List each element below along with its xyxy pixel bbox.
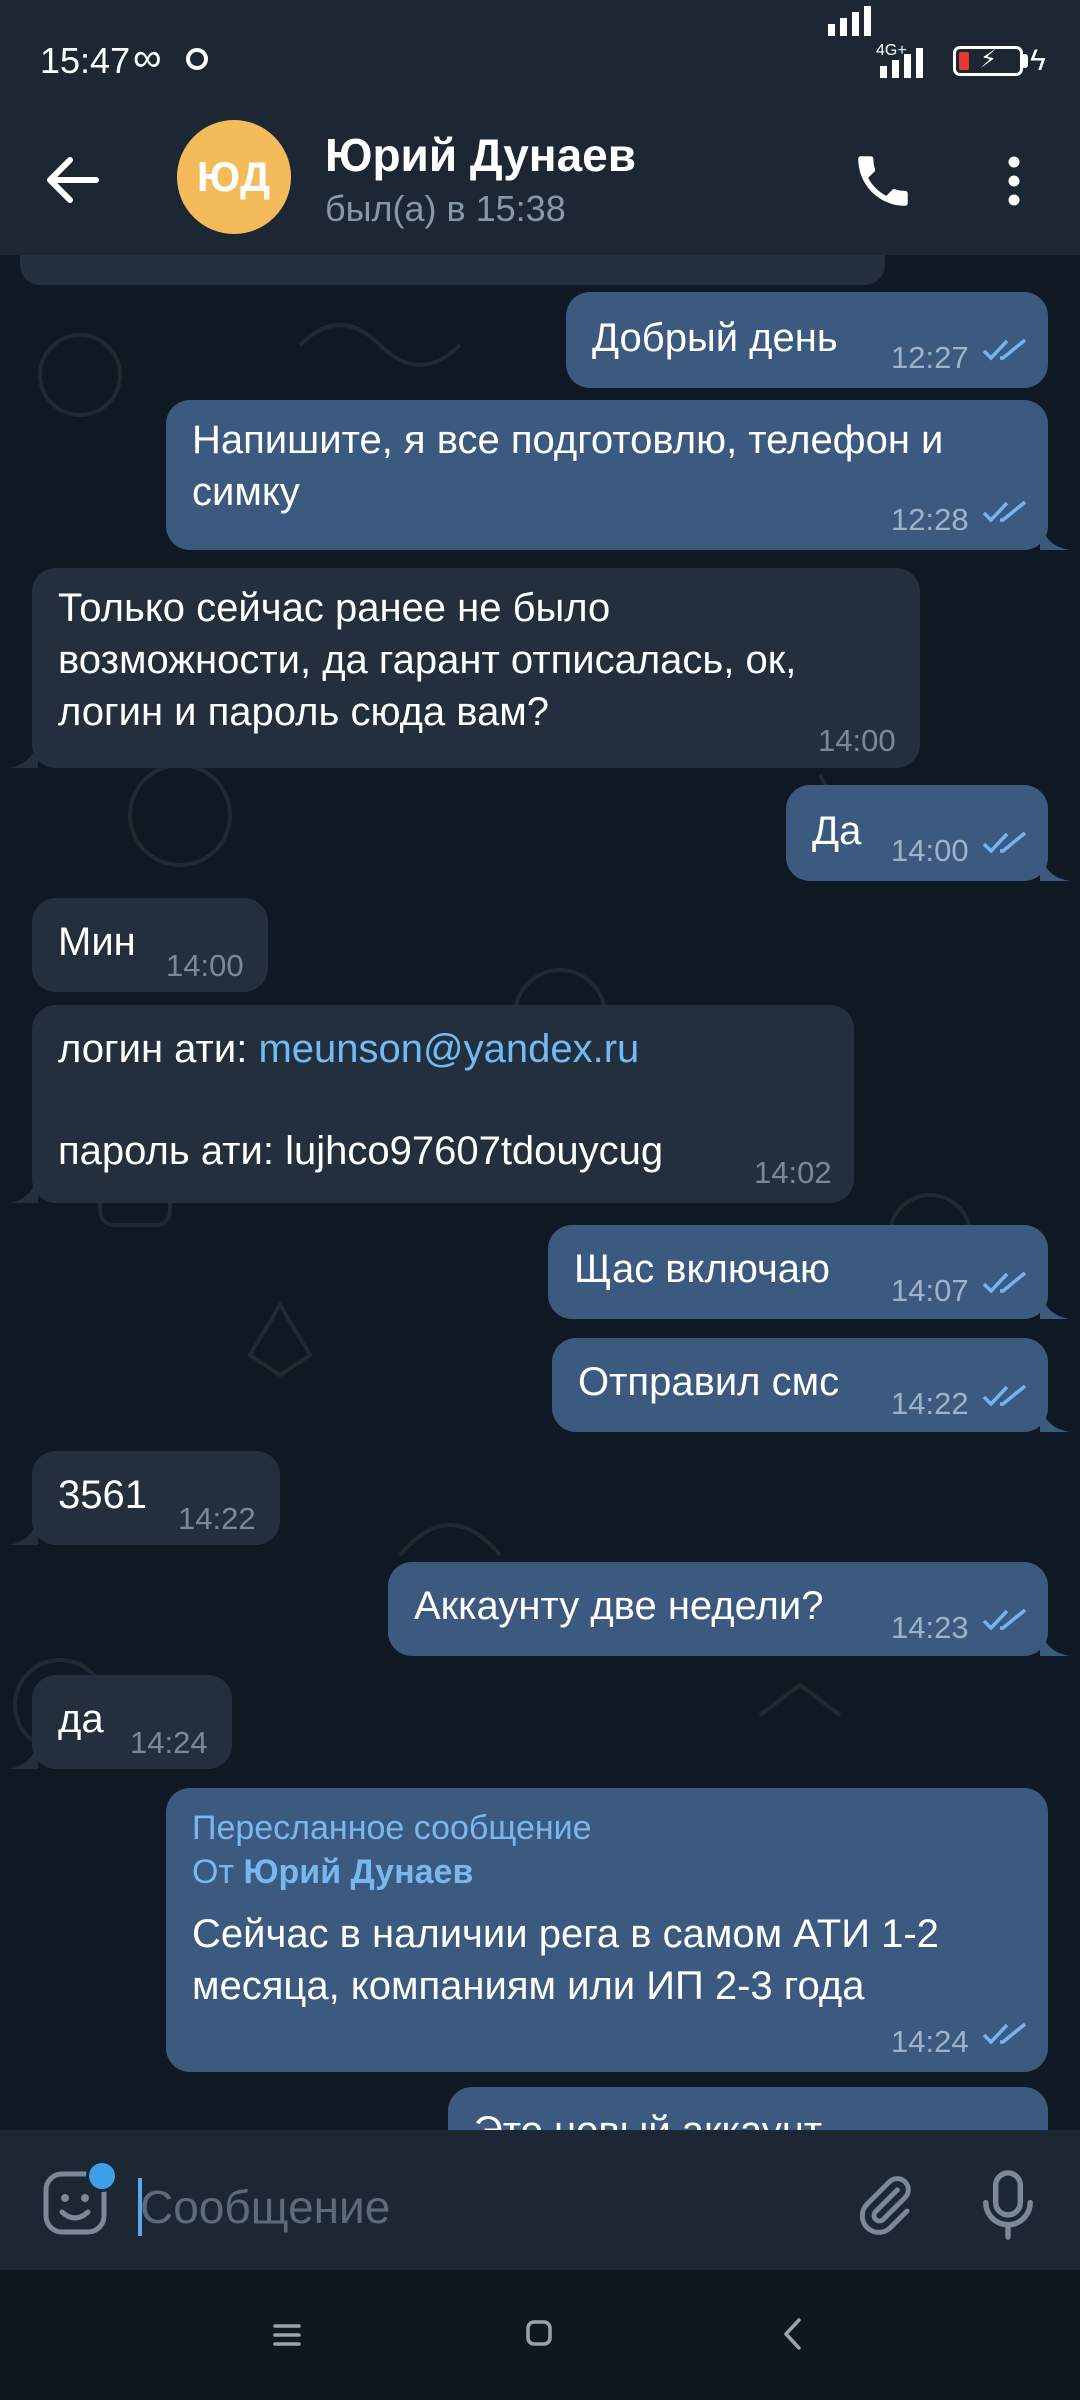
message-text: Это новый аккаунт <box>474 2105 822 2130</box>
message-time: 14:00 <box>818 723 896 758</box>
recent-apps-icon[interactable] <box>272 2320 302 2350</box>
forwarded-from-name[interactable]: Юрий Дунаев <box>243 1853 473 1891</box>
double-check-icon <box>982 338 1027 361</box>
status-time: 15:47 <box>40 40 131 81</box>
bubble-tail <box>1040 1402 1070 1432</box>
bubble-tail <box>8 1515 38 1545</box>
message-time: 12:27 <box>891 340 969 375</box>
signal-sim1-icon <box>828 6 871 36</box>
message-bubble-outgoing[interactable]: Да 14:00 <box>786 785 1048 881</box>
bubble-tail <box>1040 1289 1070 1319</box>
forwarded-label: Пересланное сообщение <box>192 1809 592 1847</box>
message-text: да <box>58 1697 104 1741</box>
message-bubble-incoming[interactable]: Только сейчас ранее не было возможности,… <box>32 568 920 768</box>
contact-status: был(а) в 15:38 <box>325 188 566 229</box>
message-bubble-outgoing[interactable]: Это новый аккаунт <box>448 2087 1048 2130</box>
new-stickers-badge <box>86 2160 118 2192</box>
message-time: 12:28 <box>891 502 969 537</box>
bubble-tail <box>1040 520 1070 550</box>
double-check-icon <box>982 1271 1027 1294</box>
system-nav-bar <box>0 2270 1080 2400</box>
message-bubble-incoming[interactable]: Мин 14:00 <box>32 898 268 992</box>
message-bubble-outgoing[interactable]: Напишите, я все подготовлю, телефон и си… <box>166 400 1048 550</box>
message-text: 3561 <box>58 1473 147 1517</box>
message-text: Щас включаю <box>574 1247 831 1291</box>
message-text: Мин <box>58 920 136 964</box>
message-time: 14:22 <box>891 1386 969 1421</box>
bubble-tail <box>8 1739 38 1769</box>
paperclip-icon[interactable] <box>852 2170 918 2240</box>
message-time: 14:23 <box>891 1610 969 1645</box>
double-check-icon <box>982 831 1027 854</box>
nav-back-icon[interactable] <box>780 2316 804 2352</box>
double-check-icon <box>982 500 1027 523</box>
message-text: Сейчас в наличии рега в самом АТИ 1-2 ме… <box>192 1912 939 2008</box>
message-bubble-outgoing[interactable]: Аккаунту две недели? 14:23 <box>388 1562 1048 1656</box>
double-check-icon <box>982 1384 1027 1407</box>
battery-tip <box>1023 54 1028 68</box>
message-bubble-incoming[interactable]: 3561 14:22 <box>32 1451 280 1545</box>
message-bubble-incoming[interactable]: логин ати: meunson@yandex.ru пароль ати:… <box>32 1005 854 1203</box>
double-check-icon <box>982 1608 1027 1631</box>
message-time: 14:00 <box>891 833 969 868</box>
message-input-bar <box>0 2130 1080 2270</box>
battery-icon: ⚡ <box>953 46 1023 76</box>
message-text: Напишите, я все подготовлю, телефон и си… <box>192 418 944 514</box>
forwarded-from[interactable]: От Юрий Дунаев <box>192 1850 473 1894</box>
notification-dot-icon <box>186 48 208 70</box>
message-time: 14:22 <box>178 1501 256 1536</box>
message-time: 14:02 <box>754 1155 832 1190</box>
message-bubble-incoming[interactable]: да 14:24 <box>32 1675 232 1769</box>
message-time: 14:07 <box>891 1273 969 1308</box>
bubble-tail <box>8 1173 38 1203</box>
message-text: логин ати: meunson@yandex.ru <box>58 1023 639 1075</box>
message-text: Аккаунту две недели? <box>414 1584 824 1628</box>
bubble-tail <box>8 738 38 768</box>
signal-sim2-icon <box>880 48 923 78</box>
avatar[interactable]: ЮД <box>177 120 291 234</box>
microphone-icon[interactable] <box>978 2168 1038 2242</box>
bubble-tail <box>1040 1626 1070 1656</box>
message-bubble-outgoing[interactable]: Добрый день 12:27 <box>566 292 1048 388</box>
message-bubble-outgoing[interactable]: Отправил смс 14:22 <box>552 1338 1048 1432</box>
phone-icon[interactable] <box>850 148 916 214</box>
arrow-left-icon[interactable] <box>40 150 104 210</box>
password-line: пароль ати: lujhco97607tdouycug <box>58 1129 664 1173</box>
previous-message-bubble[interactable] <box>20 255 885 285</box>
forwarded-message-bubble[interactable]: Пересланное сообщение От Юрий Дунаев Сей… <box>166 1788 1048 2072</box>
more-vertical-icon[interactable] <box>994 148 1034 214</box>
message-text: Отправил смс <box>578 1360 840 1404</box>
message-text: Добрый день <box>592 316 838 360</box>
double-check-icon <box>982 2022 1027 2045</box>
charging-icon: ϟ <box>1030 44 1046 77</box>
login-label: логин ати: <box>58 1027 259 1071</box>
chat-messages-area[interactable]: Добрый день 12:27 Напишите, я все подгот… <box>0 255 1080 2130</box>
home-icon[interactable] <box>524 2318 554 2348</box>
chat-header: ЮД Юрий Дунаев был(а) в 15:38 <box>0 100 1080 255</box>
message-input[interactable] <box>140 2170 800 2244</box>
bubble-tail <box>1040 851 1070 881</box>
infinity-icon: ∞ <box>133 36 162 80</box>
message-text: Только сейчас ранее не было возможности,… <box>58 586 797 734</box>
contact-name[interactable]: Юрий Дунаев <box>325 128 636 182</box>
email-link[interactable]: meunson@yandex.ru <box>258 1027 639 1071</box>
message-text: Да <box>812 809 862 853</box>
message-time: 14:00 <box>166 948 244 983</box>
status-bar: 15:47 ∞ 4G+ ⚡ ϟ <box>0 0 1080 100</box>
message-time: 14:24 <box>130 1725 208 1760</box>
message-time: 14:24 <box>891 2024 969 2059</box>
message-bubble-outgoing[interactable]: Щас включаю 14:07 <box>548 1225 1048 1319</box>
